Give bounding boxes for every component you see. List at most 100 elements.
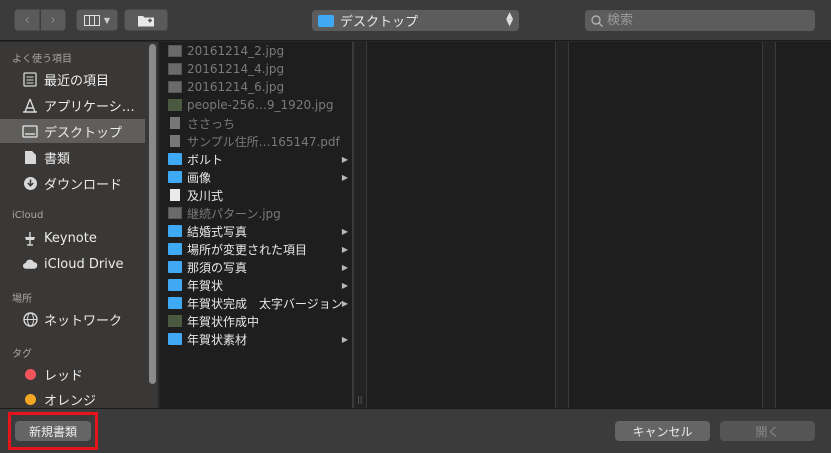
sidebar-item-label: 書類 — [44, 151, 71, 167]
document-file-icon — [170, 189, 180, 201]
sidebar-item-label: オレンジ — [44, 393, 97, 409]
folder-item[interactable]: 画像 ▶ — [160, 168, 352, 186]
location-popup[interactable]: デスクトップ ▲ ▼ — [312, 10, 519, 31]
folder-icon — [168, 333, 182, 345]
sidebar-item-desktop[interactable]: デスクトップ — [0, 119, 145, 143]
column-divider[interactable] — [555, 42, 569, 408]
document-file-icon — [170, 117, 180, 129]
folder-item[interactable]: ボルト ▶ — [160, 150, 352, 168]
folder-icon — [168, 243, 182, 255]
sidebar-section-favorites: よく使う項目 — [12, 54, 72, 65]
sidebar-item-label: デスクトップ — [44, 125, 123, 141]
chevron-right-icon: ▶ — [341, 154, 348, 164]
sidebar-item-documents[interactable]: 書類 — [0, 145, 145, 169]
desktop-folder-icon — [318, 14, 334, 27]
file-column: 20161214_2.jpg 20161214_4.jpg 20161214_6… — [160, 42, 353, 408]
sidebar-item-keynote[interactable]: Keynote — [0, 226, 145, 250]
sidebar-scroll-thumb[interactable] — [149, 44, 156, 384]
red-tag-dot — [25, 368, 36, 380]
column-divider[interactable]: || — [353, 42, 367, 408]
sidebar-item-recents[interactable]: 最近の項目 — [0, 67, 145, 91]
new-folder-button[interactable] — [124, 9, 168, 31]
sidebar-item-label: Keynote — [44, 230, 97, 246]
folder-item[interactable]: 那須の写真 ▶ — [160, 258, 352, 276]
pdf-file-icon — [170, 135, 180, 147]
folder-icon — [168, 297, 182, 309]
columns-view-icon — [83, 14, 100, 26]
view-mode-button[interactable]: ▼ — [76, 9, 118, 31]
file-item[interactable]: 20161214_2.jpg — [160, 42, 352, 60]
sidebar-item-network[interactable]: ネットワーク — [0, 307, 145, 331]
chevron-right-icon: ▶ — [341, 334, 348, 344]
empty-column — [569, 42, 762, 408]
search-icon — [591, 14, 603, 27]
search-field[interactable] — [585, 10, 815, 31]
sidebar-item-label: ダウンロード — [44, 177, 123, 193]
cancel-button[interactable]: キャンセル — [615, 421, 710, 441]
folder-item[interactable]: 年賀状完成 太字バージョン ▶ — [160, 294, 352, 312]
highlight-annotation — [8, 412, 98, 450]
folder-item[interactable]: 年賀状素材 ▶ — [160, 330, 352, 348]
chevron-right-icon: ▶ — [341, 280, 348, 290]
image-file-icon — [168, 315, 182, 327]
network-globe-icon — [22, 311, 38, 327]
chevron-right-icon: ▶ — [341, 298, 348, 308]
folder-item[interactable]: 年賀状 ▶ — [160, 276, 352, 294]
image-file-icon — [168, 99, 182, 111]
column-divider[interactable] — [762, 42, 776, 408]
recents-icon — [22, 71, 38, 87]
file-item[interactable]: 20161214_6.jpg — [160, 78, 352, 96]
sidebar-item-label: 最近の項目 — [44, 73, 110, 89]
folder-icon — [168, 225, 182, 237]
back-button[interactable]: ‹ — [14, 9, 40, 31]
file-item[interactable]: 年賀状作成中 — [160, 312, 352, 330]
empty-column — [776, 42, 831, 408]
file-item[interactable]: 継続パターン.jpg — [160, 204, 352, 222]
sidebar-item-label: iCloud Drive — [44, 256, 124, 272]
sidebar: よく使う項目 最近の項目 アプリケーシ… デスクトップ 書類 ダウンロード iC… — [0, 42, 158, 408]
chevron-right-icon: ▶ — [341, 172, 348, 182]
keynote-icon — [22, 230, 38, 246]
chevron-right-icon: ▶ — [341, 244, 348, 254]
orange-tag-dot — [25, 393, 36, 405]
file-item[interactable]: サンプル住所…165147.pdf — [160, 132, 352, 150]
folder-icon — [168, 261, 182, 273]
file-item[interactable]: people-256…9_1920.jpg — [160, 96, 352, 114]
image-file-icon — [168, 207, 182, 219]
sidebar-item-downloads[interactable]: ダウンロード — [0, 171, 145, 195]
chevron-left-icon: ‹ — [24, 12, 30, 28]
folder-icon — [168, 279, 182, 291]
open-button[interactable]: 開く — [720, 421, 815, 441]
documents-icon — [22, 149, 38, 165]
file-item[interactable]: 20161214_4.jpg — [160, 60, 352, 78]
sidebar-item-tag-orange[interactable]: オレンジ — [0, 387, 145, 408]
sidebar-item-tag-red[interactable]: レッド — [0, 362, 145, 386]
sidebar-item-applications[interactable]: アプリケーシ… — [0, 93, 145, 117]
sidebar-item-label: レッド — [44, 368, 84, 384]
folder-icon — [168, 171, 182, 183]
search-input[interactable] — [607, 13, 807, 28]
sidebar-item-icloud-drive[interactable]: iCloud Drive — [0, 252, 145, 276]
folder-item[interactable]: 結婚式写真 ▶ — [160, 222, 352, 240]
bottom-bar: 新規書類 キャンセル 開く — [0, 408, 831, 453]
forward-button[interactable]: › — [40, 9, 66, 31]
empty-column — [367, 42, 555, 408]
sidebar-section-icloud: iCloud — [12, 210, 44, 221]
sidebar-section-locations: 場所 — [12, 294, 32, 305]
sidebar-scrollbar[interactable] — [146, 42, 158, 408]
location-label: デスクトップ — [340, 15, 419, 30]
file-item[interactable]: 及川式 — [160, 186, 352, 204]
image-file-icon — [168, 81, 182, 93]
image-file-icon — [168, 63, 182, 75]
chevron-down-icon: ▼ — [103, 15, 111, 25]
toolbar: ‹ › ▼ デスクトップ ▲ ▼ — [0, 0, 831, 41]
chevron-right-icon: ▶ — [341, 262, 348, 272]
folder-item[interactable]: 場所が変更された項目 ▶ — [160, 240, 352, 258]
image-file-icon — [168, 45, 182, 57]
file-item[interactable]: ささっち — [160, 114, 352, 132]
sidebar-item-label: ネットワーク — [44, 313, 123, 329]
chevron-right-icon: ▶ — [341, 226, 348, 236]
resize-grip-icon: || — [357, 395, 363, 404]
chevron-right-icon: › — [50, 12, 56, 28]
applications-icon — [22, 97, 38, 113]
